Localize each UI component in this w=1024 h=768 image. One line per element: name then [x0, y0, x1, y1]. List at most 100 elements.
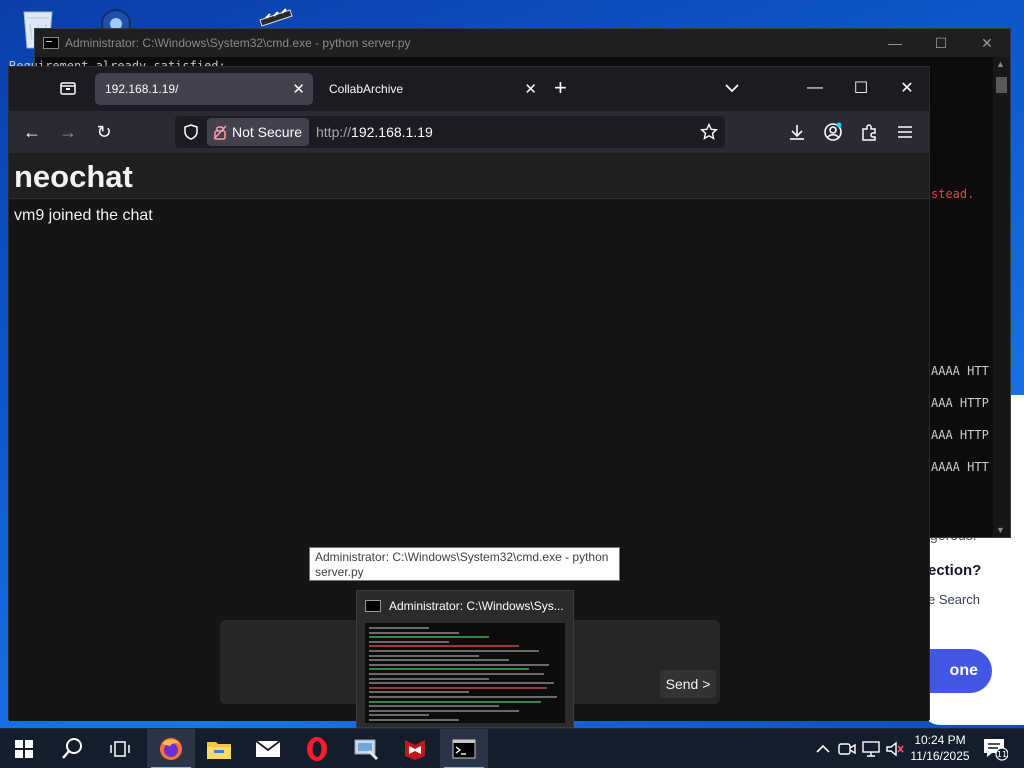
preview-console-line — [369, 627, 429, 629]
url-protocol: http:// — [316, 124, 352, 140]
back-button[interactable]: ← — [21, 121, 43, 143]
tab-bar: 192.168.1.19/ ✕ CollabArchive ✕ + — ☐ ✕ — [9, 67, 929, 111]
tab-label: CollabArchive — [329, 82, 404, 96]
extensions-icon[interactable] — [859, 122, 879, 142]
mail-icon — [255, 740, 281, 757]
list-all-tabs-icon[interactable] — [723, 79, 741, 97]
cmd-icon — [365, 600, 381, 612]
cmd-output-line: stead. — [931, 187, 975, 201]
chat-title: neochat — [14, 159, 133, 194]
preview-console-line — [369, 636, 489, 639]
tab-collabarchive[interactable]: CollabArchive ✕ — [319, 73, 545, 105]
clock-date: 11/16/2025 — [910, 749, 970, 763]
background-webpage-text: e Search — [928, 592, 981, 607]
url-text[interactable]: http://192.168.1.19 — [316, 124, 433, 140]
tray-network[interactable] — [860, 729, 882, 768]
notification-count: 11 — [997, 750, 1007, 759]
browser-minimize-button[interactable]: — — [795, 73, 835, 103]
opera-icon — [307, 737, 327, 761]
firefox-icon — [160, 738, 182, 760]
preview-console-line — [369, 663, 549, 666]
search-button[interactable] — [48, 729, 96, 768]
preview-console-line — [369, 668, 529, 671]
show-hidden-icons-button[interactable] — [812, 729, 834, 768]
scroll-up-icon[interactable]: ▲ — [996, 59, 1005, 69]
cmd-icon — [43, 37, 59, 49]
windows-logo-icon — [15, 740, 33, 758]
taskbar-firefox[interactable] — [147, 729, 195, 768]
hamburger-menu-icon[interactable] — [895, 122, 915, 142]
task-view-button[interactable] — [96, 729, 144, 768]
tab-active[interactable]: 192.168.1.19/ ✕ — [95, 73, 313, 105]
preview-console-line — [369, 719, 459, 721]
taskbar-window-preview[interactable]: Administrator: C:\Windows\Sys... — [356, 590, 574, 728]
taskbar-file-explorer[interactable] — [195, 729, 243, 768]
url-bar[interactable]: Not Secure http://192.168.1.19 — [175, 116, 725, 148]
taskbar-tooltip: Administrator: C:\Windows\System32\cmd.e… — [309, 547, 620, 581]
task-view-icon — [110, 741, 130, 757]
preview-console-line — [369, 686, 547, 689]
chat-message: vm9 joined the chat — [14, 207, 153, 224]
taskbar-opera[interactable] — [293, 729, 341, 768]
preview-console-line — [369, 640, 449, 643]
firefox-view-icon[interactable] — [59, 79, 77, 97]
tab-close-icon[interactable]: ✕ — [292, 80, 305, 98]
preview-thumbnail — [365, 623, 565, 723]
send-button[interactable]: Send > — [660, 670, 716, 698]
notification-center-icon[interactable]: 11 — [982, 737, 1008, 761]
cmd-titlebar[interactable]: Administrator: C:\Windows\System32\cmd.e… — [35, 29, 1010, 57]
preview-console-line — [369, 682, 554, 685]
tray-volume[interactable] — [884, 729, 906, 768]
tracking-protection-shield-icon[interactable] — [183, 124, 199, 140]
not-secure-label: Not Secure — [232, 124, 303, 140]
network-icon — [862, 741, 880, 757]
browser-maximize-button[interactable]: ☐ — [841, 73, 881, 103]
bookmark-star-icon[interactable] — [700, 123, 718, 141]
cmd-close-button[interactable]: ✕ — [964, 29, 1010, 57]
taskbar-mail[interactable] — [244, 729, 292, 768]
taskbar-mcafee[interactable] — [391, 729, 439, 768]
taskbar-control-panel[interactable] — [342, 729, 390, 768]
tray-meet-now[interactable] — [836, 729, 858, 768]
preview-console-line — [369, 714, 429, 717]
clock-time: 10:24 PM — [914, 733, 966, 747]
cmd-output-line: AAA HTTP — [931, 428, 989, 442]
new-tab-button[interactable]: + — [554, 76, 567, 100]
preview-console-line — [369, 709, 519, 712]
cmd-minimize-button[interactable]: — — [872, 29, 918, 57]
preview-title: Administrator: C:\Windows\Sys... — [365, 599, 573, 613]
preview-console-line — [369, 659, 509, 662]
taskbar-cmd[interactable] — [440, 729, 488, 768]
url-host: 192.168.1.19 — [351, 124, 433, 140]
forward-button[interactable]: → — [57, 121, 79, 143]
taskbar: 10:24 PM 11/16/2025 11 — [0, 728, 1024, 768]
chat-header: neochat — [9, 153, 929, 199]
preview-console-line — [369, 631, 459, 634]
cmd-icon — [452, 739, 476, 759]
downloads-icon[interactable] — [787, 122, 807, 142]
preview-console-line — [369, 705, 499, 708]
scrollbar-thumb[interactable] — [996, 77, 1007, 93]
camera-icon — [838, 743, 856, 755]
insecure-lock-icon — [213, 125, 227, 140]
preview-console-line — [369, 650, 539, 652]
cmd-maximize-button[interactable]: ☐ — [918, 29, 964, 57]
scroll-down-icon[interactable]: ▼ — [996, 525, 1005, 535]
navigation-toolbar: ← → ↻ Not Secure http://192.168.1.19 — [9, 111, 929, 153]
preview-console-line — [369, 645, 519, 648]
preview-console-line — [369, 691, 469, 694]
search-icon — [62, 738, 82, 759]
start-button[interactable] — [0, 729, 48, 768]
browser-close-button[interactable]: ✕ — [887, 73, 927, 103]
taskbar-clock[interactable]: 10:24 PM 11/16/2025 — [904, 732, 976, 764]
chevron-up-icon — [816, 744, 830, 753]
not-secure-indicator[interactable]: Not Secure — [207, 118, 309, 146]
cmd-scrollbar[interactable]: ▲ ▼ — [993, 57, 1010, 537]
preview-console-line — [369, 677, 489, 680]
preview-console-line — [369, 673, 544, 675]
cmd-title-text: Administrator: C:\Windows\System32\cmd.e… — [65, 36, 411, 50]
tab-close-icon[interactable]: ✕ — [524, 80, 537, 98]
preview-console-line — [369, 700, 541, 703]
reload-button[interactable]: ↻ — [93, 121, 115, 143]
account-icon[interactable] — [823, 122, 843, 142]
